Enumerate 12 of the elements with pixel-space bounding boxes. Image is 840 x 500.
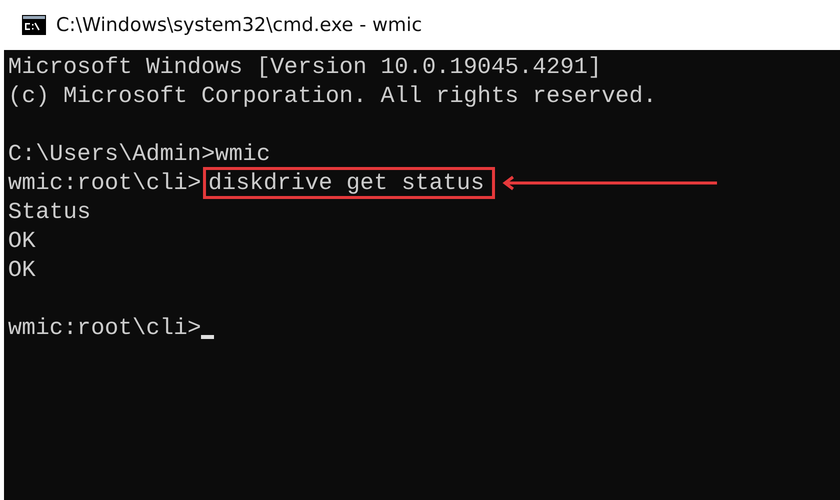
console-icon — [22, 15, 46, 35]
console-line: OK — [8, 228, 36, 254]
console-line: (c) Microsoft Corporation. All rights reserved. — [8, 82, 657, 108]
console-prompt: wmic:root\cli> — [8, 314, 202, 340]
console-line: Status — [8, 198, 91, 224]
highlighted-command: diskdrive get status — [203, 166, 496, 198]
arrow-icon — [501, 174, 720, 190]
console-line: Microsoft Windows [Version 10.0.19045.4291] — [8, 54, 602, 80]
window-title: C:\Windows\system32\cmd.exe - wmic — [56, 14, 422, 36]
console-line: OK — [8, 256, 36, 282]
console-line: C:\Users\Admin>wmic — [8, 140, 270, 166]
console-prompt: wmic:root\cli> — [8, 170, 202, 196]
